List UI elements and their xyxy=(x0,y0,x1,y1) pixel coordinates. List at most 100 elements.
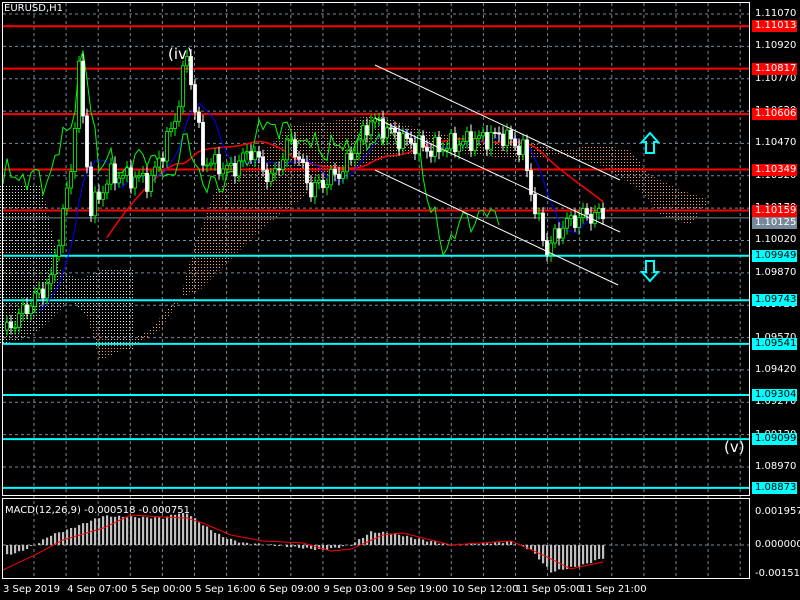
macd-histogram-bar xyxy=(258,543,261,545)
macd-histogram-bar xyxy=(66,529,69,545)
candle-body xyxy=(325,184,329,189)
candle xyxy=(197,106,201,129)
price-tick-label: 1.10020 xyxy=(755,234,797,246)
candle-body xyxy=(145,172,149,192)
candle-body xyxy=(473,138,477,151)
macd-tick-label: 0.001957 xyxy=(755,506,800,517)
candle xyxy=(109,157,113,191)
candle-body xyxy=(537,212,541,215)
candle-body xyxy=(109,163,113,185)
horizontal-levels[interactable] xyxy=(3,25,750,489)
candle-body xyxy=(101,192,105,200)
candle-body xyxy=(393,127,397,133)
macd-histogram-bar xyxy=(30,545,33,546)
candle-body xyxy=(281,159,285,170)
candle xyxy=(553,224,557,248)
candle-body xyxy=(397,131,401,149)
candle-body xyxy=(341,171,345,179)
candle-body xyxy=(385,127,389,139)
candle-body xyxy=(437,136,441,153)
candle-body xyxy=(217,154,221,175)
channel-middle-line[interactable] xyxy=(374,117,621,233)
candle-body xyxy=(305,162,309,184)
candle-body xyxy=(17,312,21,328)
candle-body xyxy=(493,132,497,134)
candle xyxy=(173,113,177,137)
macd-histogram-bar xyxy=(378,532,381,545)
candle-body xyxy=(133,176,137,189)
candle-body xyxy=(45,283,49,299)
support-level-price-tag: 1.08873 xyxy=(752,481,797,494)
candle-body xyxy=(409,138,413,144)
candle xyxy=(201,115,205,172)
macd-histogram-bar xyxy=(126,517,129,545)
candle xyxy=(145,166,149,199)
candle-body xyxy=(181,65,185,108)
candle-body xyxy=(273,168,277,174)
macd-histogram-bar xyxy=(358,539,361,545)
candle xyxy=(73,122,77,179)
macd-histogram-bar xyxy=(70,528,73,545)
macd-histogram-bar xyxy=(574,545,577,567)
macd-histogram-bar xyxy=(554,545,557,572)
candle-body xyxy=(285,139,289,161)
trend-channel[interactable] xyxy=(374,64,621,286)
candle-body xyxy=(289,139,293,142)
time-tick-label: 5 Sep 00:00 xyxy=(131,584,192,595)
candle-body xyxy=(81,60,85,117)
candle-body xyxy=(193,84,197,113)
macd-histogram-bar xyxy=(570,545,573,567)
candle xyxy=(101,185,105,207)
candle-body xyxy=(597,208,601,213)
macd-histogram-bar xyxy=(94,518,97,545)
channel-upper-line[interactable] xyxy=(374,64,621,181)
candle xyxy=(217,146,221,180)
macd-histogram-bar xyxy=(538,545,541,560)
candle xyxy=(169,121,173,137)
macd-histogram-bar xyxy=(114,516,117,545)
macd-label: MACD(12,26,9) -0.000518 -0.000751 xyxy=(5,505,190,516)
candle-body xyxy=(69,171,73,189)
macd-histogram-bar xyxy=(90,520,93,545)
candle-body xyxy=(601,208,605,220)
candle-body xyxy=(205,164,209,167)
resistance-level-price-tag: 1.10159 xyxy=(752,204,797,217)
price-tick-label: 1.10920 xyxy=(755,40,797,52)
candle-body xyxy=(65,187,69,210)
macd-histogram-bar xyxy=(498,542,501,545)
candle-body xyxy=(297,156,301,160)
candle-body xyxy=(469,131,473,151)
macd-histogram-bar xyxy=(42,539,45,545)
candle-body xyxy=(93,191,97,217)
macd-histogram-bar xyxy=(278,545,281,546)
candle-body xyxy=(425,146,429,152)
time-tick-label: 6 Sep 09:00 xyxy=(259,584,320,595)
candle-body xyxy=(5,321,9,331)
price-tick-label: 1.09420 xyxy=(755,363,797,375)
wave-v-label: (v) xyxy=(724,438,745,456)
macd-histogram-bar xyxy=(598,545,601,560)
candle-body xyxy=(461,140,465,146)
candle-body xyxy=(41,288,45,299)
macd-histogram-bar xyxy=(250,544,253,545)
candle-body xyxy=(245,151,249,154)
macd-histogram-bar xyxy=(58,532,61,545)
macd-histogram-bar xyxy=(158,517,161,545)
candle xyxy=(121,170,125,186)
candle xyxy=(573,208,577,232)
macd-histogram-bar xyxy=(514,544,517,545)
candle-body xyxy=(121,175,125,179)
time-tick-label: 9 Sep 19:00 xyxy=(387,584,448,595)
candle-body xyxy=(497,132,501,135)
candle xyxy=(541,207,545,247)
macd-histogram-bar xyxy=(270,544,273,545)
macd-histogram-bar xyxy=(170,514,173,545)
macd-histogram-bar xyxy=(546,545,549,567)
candle-body xyxy=(237,160,241,177)
candle-body xyxy=(229,163,233,166)
macd-histogram-bar xyxy=(238,542,241,545)
macd-histogram-bar xyxy=(86,523,89,545)
macd-histogram-bar xyxy=(422,539,425,545)
candle-body xyxy=(309,182,313,198)
candle-body xyxy=(117,177,121,184)
